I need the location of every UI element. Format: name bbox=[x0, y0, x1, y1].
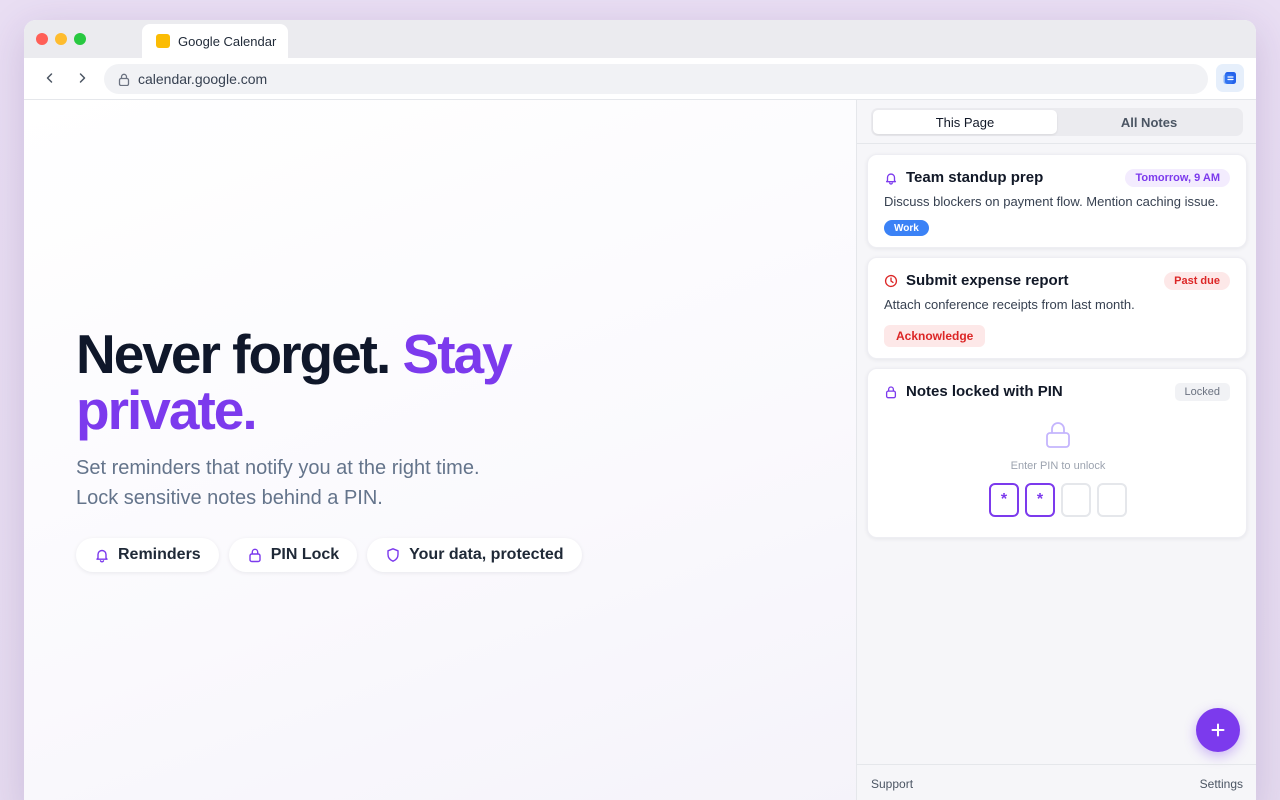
support-link[interactable]: Support bbox=[871, 777, 913, 791]
note-card-team-standup[interactable]: Team standup prep Tomorrow, 9 AM Discuss… bbox=[867, 154, 1247, 248]
window-controls bbox=[36, 33, 86, 45]
reminder-time-badge: Tomorrow, 9 AM bbox=[1125, 169, 1230, 187]
hero-title: Never forget. Stay private. bbox=[76, 326, 636, 438]
browser-window: Google Calendar calendar.google.com Neve… bbox=[24, 20, 1256, 800]
pin-prompt: Enter PIN to unlock bbox=[1010, 460, 1106, 472]
feature-pill-label: Reminders bbox=[118, 546, 201, 563]
feature-pills: Reminders PIN Lock Your data, protected bbox=[76, 538, 582, 572]
note-body: Attach conference receipts from last mon… bbox=[884, 297, 1135, 312]
note-body: Discuss blockers on payment flow. Mentio… bbox=[884, 194, 1219, 209]
lock-illustration bbox=[868, 421, 1248, 449]
feature-pill-label: Your data, protected bbox=[409, 546, 564, 563]
bell-icon bbox=[885, 172, 897, 185]
page-content: Never forget. Stay private. Set reminder… bbox=[24, 100, 1256, 800]
note-title: Team standup prep bbox=[906, 169, 1044, 186]
feature-pill-reminders: Reminders bbox=[76, 538, 219, 572]
tab-this-page[interactable]: This Page bbox=[873, 110, 1057, 134]
pin-entry: * * bbox=[868, 483, 1248, 517]
lock-icon bbox=[118, 73, 130, 86]
browser-tab[interactable]: Google Calendar bbox=[142, 24, 288, 58]
bell-icon bbox=[96, 549, 108, 563]
calendar-favicon-icon bbox=[156, 34, 170, 48]
note-card-header: Team standup prep bbox=[884, 169, 1043, 186]
note-card-header: Submit expense report bbox=[884, 272, 1069, 289]
hero-subtitle-line: Set reminders that notify you at the rig… bbox=[76, 457, 480, 479]
locked-badge: Locked bbox=[1174, 383, 1230, 401]
chevron-left-icon bbox=[46, 73, 53, 83]
note-card-header: Notes locked with PIN bbox=[884, 383, 1063, 400]
panel-footer: Support Settings bbox=[857, 764, 1256, 800]
tab-bar: Google Calendar bbox=[24, 20, 1256, 58]
address-bar[interactable]: calendar.google.com bbox=[104, 64, 1208, 94]
minimize-window-button[interactable] bbox=[55, 33, 67, 45]
forward-button[interactable] bbox=[72, 68, 92, 88]
hero-subtitle: Set reminders that notify you at the rig… bbox=[76, 453, 596, 513]
notes-extension-icon bbox=[1223, 72, 1236, 84]
shield-icon bbox=[387, 548, 399, 562]
extension-button[interactable] bbox=[1216, 64, 1244, 92]
note-card-locked: Notes locked with PIN Locked Enter PIN t… bbox=[867, 368, 1247, 538]
maximize-window-button[interactable] bbox=[74, 33, 86, 45]
url-text: calendar.google.com bbox=[138, 71, 268, 87]
lock-icon bbox=[249, 548, 261, 563]
padlock-icon bbox=[1046, 422, 1070, 448]
notes-scope-switcher: This Page All Notes bbox=[871, 108, 1243, 136]
pin-digit-input[interactable] bbox=[1061, 483, 1091, 517]
hero-title-main: Never forget. bbox=[76, 323, 403, 385]
feature-pill-pin-lock: PIN Lock bbox=[228, 538, 358, 572]
feature-pill-data-protected: Your data, protected bbox=[367, 538, 582, 572]
browser-toolbar: calendar.google.com bbox=[24, 58, 1256, 100]
acknowledge-button[interactable]: Acknowledge bbox=[884, 325, 986, 347]
tab-all-notes[interactable]: All Notes bbox=[1057, 110, 1241, 134]
note-card-expense-report[interactable]: Submit expense report Past due Attach co… bbox=[867, 257, 1247, 359]
pin-digit-input[interactable] bbox=[1097, 483, 1127, 517]
hero-subtitle-line: Lock sensitive notes behind a PIN. bbox=[76, 487, 383, 509]
pin-digit-input[interactable]: * bbox=[989, 483, 1019, 517]
past-due-badge: Past due bbox=[1164, 272, 1230, 290]
note-title: Submit expense report bbox=[906, 272, 1069, 289]
note-title: Notes locked with PIN bbox=[906, 383, 1063, 400]
notes-side-panel: This Page All Notes Team standup prep To… bbox=[856, 100, 1256, 800]
back-button[interactable] bbox=[40, 68, 60, 88]
pin-digit-input[interactable]: * bbox=[1025, 483, 1055, 517]
close-window-button[interactable] bbox=[36, 33, 48, 45]
clock-icon bbox=[884, 274, 898, 287]
add-note-button[interactable] bbox=[1196, 708, 1240, 752]
lock-icon bbox=[885, 385, 897, 398]
plus-icon bbox=[1211, 723, 1225, 737]
panel-divider bbox=[857, 143, 1256, 144]
landing-hero: Never forget. Stay private. Set reminder… bbox=[24, 100, 856, 800]
feature-pill-label: PIN Lock bbox=[270, 546, 340, 563]
note-tag-work[interactable]: Work bbox=[884, 220, 929, 236]
tab-title: Google Calendar bbox=[178, 33, 277, 49]
chevron-right-icon bbox=[79, 73, 86, 83]
settings-link[interactable]: Settings bbox=[1200, 777, 1243, 791]
